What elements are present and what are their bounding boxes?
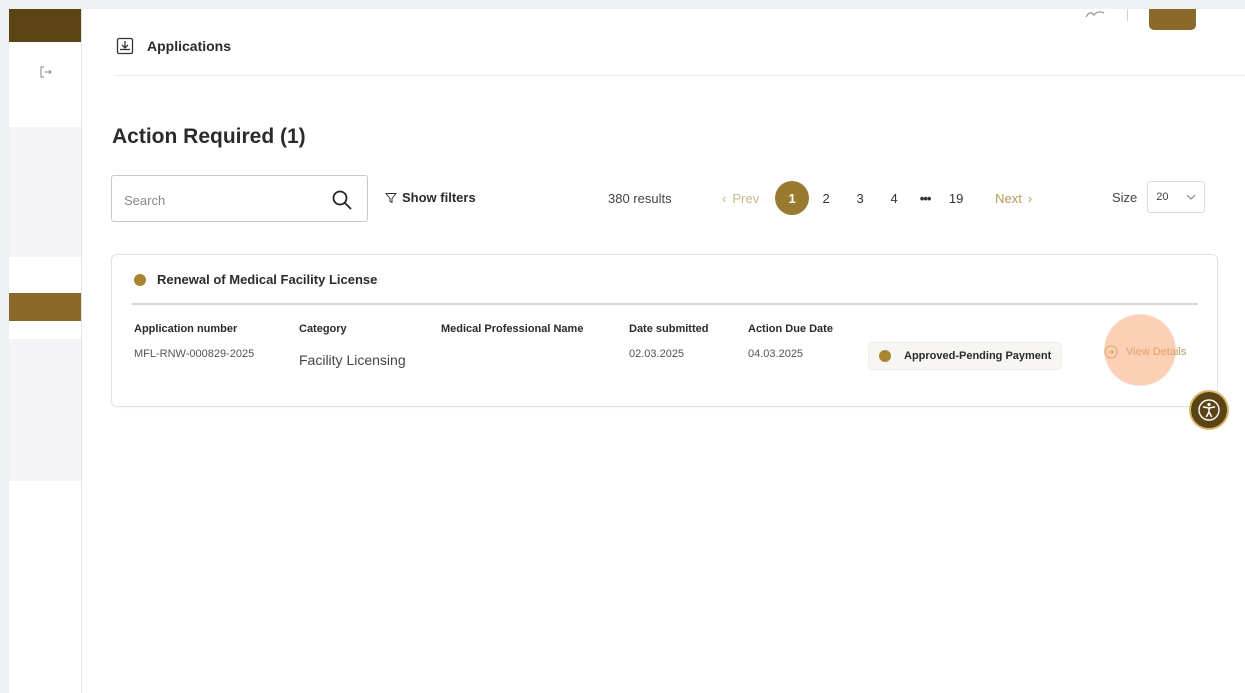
pagination: ‹ Prev 1 2 3 4 ••• 19 Next › xyxy=(716,181,1038,215)
chevron-right-icon: › xyxy=(1027,190,1033,206)
prev-label: Prev xyxy=(732,190,760,206)
date-submitted-header: Date submitted xyxy=(629,323,709,335)
date-submitted-value: 02.03.2025 xyxy=(629,348,685,360)
application-title-text: Renewal of Medical Facility License xyxy=(157,272,378,287)
accessibility-icon xyxy=(1198,399,1220,421)
download-tray-icon xyxy=(116,37,134,55)
page-ellipsis: ••• xyxy=(919,190,932,206)
next-page-button[interactable]: Next › xyxy=(995,191,1038,206)
category-column: Category Facility Licensing xyxy=(299,323,406,368)
page-2-button[interactable]: 2 xyxy=(809,191,843,206)
show-filters-label: Show filters xyxy=(402,190,476,205)
sidebar xyxy=(9,9,82,693)
sidebar-logo-area xyxy=(9,9,81,42)
page-size-value: 20 xyxy=(1156,191,1169,203)
due-date-header: Action Due Date xyxy=(748,323,833,335)
status-badge: Approved-Pending Payment xyxy=(869,343,1062,369)
user-menu-button[interactable] xyxy=(1149,9,1196,30)
due-date-value: 04.03.2025 xyxy=(748,348,804,360)
page-4-button[interactable]: 4 xyxy=(877,191,911,206)
sidebar-item-active[interactable] xyxy=(9,293,81,321)
status-dot xyxy=(879,350,891,362)
page-size: Size 20 xyxy=(1112,181,1206,213)
card-divider xyxy=(132,303,1198,305)
chevron-left-icon: ‹ xyxy=(722,190,727,206)
page-size-select[interactable]: 20 xyxy=(1147,181,1206,213)
click-indicator xyxy=(1105,315,1175,385)
header-title: Applications xyxy=(147,38,232,54)
main-content: Applications Action Required (1) Show fi… xyxy=(82,9,1245,693)
results-count: 380 results xyxy=(608,191,672,206)
next-label: Next xyxy=(995,190,1022,206)
show-filters-button[interactable]: Show filters xyxy=(385,190,476,205)
search-input[interactable] xyxy=(122,188,316,212)
status-text: Approved-Pending Payment xyxy=(904,350,1052,362)
date-submitted-column: Date submitted 02.03.2025 xyxy=(629,323,708,360)
page-3-button[interactable]: 3 xyxy=(843,191,877,206)
application-card: Renewal of Medical Facility License Appl… xyxy=(111,254,1218,407)
accessibility-button[interactable] xyxy=(1189,390,1229,430)
chevron-down-icon xyxy=(1186,194,1196,200)
page-size-label: Size xyxy=(1112,189,1138,205)
category-header: Category xyxy=(299,323,347,335)
professional-name-column: Medical Professional Name xyxy=(441,323,583,348)
page-title: Action Required (1) xyxy=(112,125,306,148)
logout-icon[interactable] xyxy=(39,65,53,79)
status-dot xyxy=(134,273,146,286)
language-icon[interactable] xyxy=(1084,9,1106,19)
prev-page-button[interactable]: ‹ Prev xyxy=(716,191,759,206)
page-19-button[interactable]: 19 xyxy=(939,191,973,206)
professional-name-header: Medical Professional Name xyxy=(441,323,584,335)
application-title: Renewal of Medical Facility License xyxy=(134,272,377,287)
sidebar-section xyxy=(9,339,81,481)
page-header: Applications xyxy=(116,37,231,55)
application-number-value: MFL-RNW-000829-2025 xyxy=(134,348,255,360)
sidebar-section xyxy=(9,127,81,257)
due-date-column: Action Due Date 04.03.2025 xyxy=(748,323,833,360)
application-number-column: Application number MFL-RNW-000829-2025 xyxy=(134,323,254,360)
header-divider xyxy=(116,75,1245,76)
search-icon[interactable] xyxy=(331,189,353,211)
filter-funnel-icon xyxy=(385,192,397,203)
header-divider xyxy=(1127,9,1128,21)
page-1-button[interactable]: 1 xyxy=(775,181,810,215)
search-box[interactable] xyxy=(111,175,368,222)
category-value: Facility Licensing xyxy=(299,352,406,368)
application-number-header: Application number xyxy=(134,323,238,335)
